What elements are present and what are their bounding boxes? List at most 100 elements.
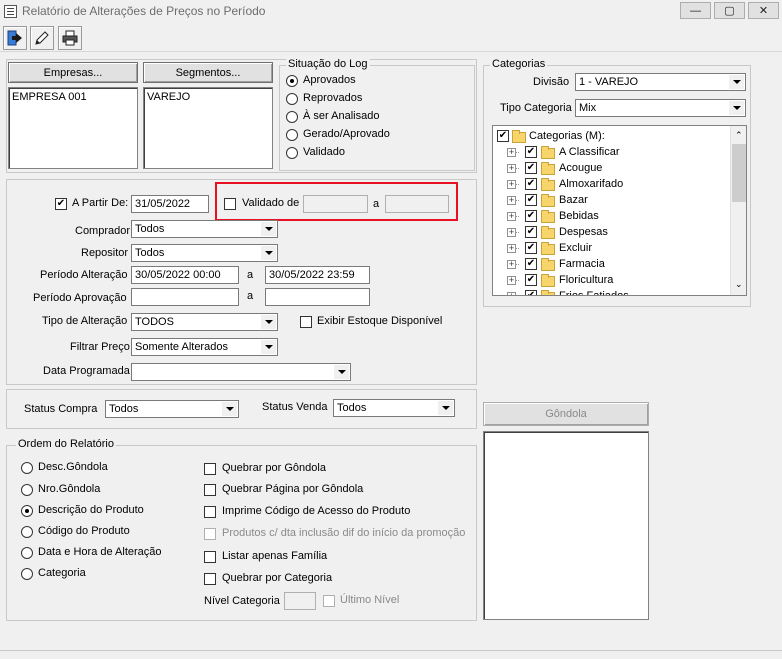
minimize-button[interactable]: — — [680, 2, 711, 19]
close-button[interactable]: ✕ — [748, 2, 779, 19]
gondola-list[interactable] — [483, 431, 649, 620]
validado-checkbox[interactable] — [224, 198, 236, 210]
gondola-button[interactable]: Gôndola — [483, 402, 649, 426]
tree-checkbox[interactable]: ✔ — [525, 258, 537, 270]
print-button[interactable] — [58, 26, 82, 50]
edit-button[interactable] — [30, 26, 54, 50]
radio-data-hora-alteracao[interactable] — [21, 547, 33, 559]
tipo-categoria-label: Tipo Categoria — [500, 102, 572, 114]
periodo-aprovacao-to[interactable] — [265, 288, 370, 306]
tipo-categoria-select[interactable]: Mix — [575, 99, 746, 117]
radio-label: Categoria — [38, 567, 86, 579]
quebrar-gondola-checkbox[interactable] — [204, 463, 216, 475]
chevron-down-icon[interactable] — [729, 101, 744, 115]
chevron-down-icon[interactable] — [729, 75, 744, 89]
printer-icon — [62, 30, 78, 46]
radio-gerado-aprovado[interactable] — [286, 129, 298, 141]
data-programada-select[interactable] — [131, 363, 351, 381]
tree-checkbox[interactable]: ✔ — [525, 162, 537, 174]
ultimo-nivel-checkbox[interactable] — [323, 595, 335, 607]
a-partir-input[interactable]: 31/05/2022 — [131, 195, 209, 213]
a-partir-checkbox[interactable]: ✔ — [55, 198, 67, 210]
quebrar-categoria-checkbox[interactable] — [204, 573, 216, 585]
radio-aprovados[interactable] — [286, 75, 298, 87]
radio-nro-gondola[interactable] — [21, 484, 33, 496]
chevron-down-icon[interactable] — [222, 402, 237, 416]
tree-checkbox[interactable]: ✔ — [525, 290, 537, 295]
tree-label: Acougue — [559, 162, 603, 174]
chevron-down-icon[interactable] — [261, 246, 276, 260]
tree-checkbox[interactable]: ✔ — [525, 178, 537, 190]
tree-checkbox[interactable]: ✔ — [525, 226, 537, 238]
status-compra-value: Todos — [109, 403, 139, 415]
segmentos-list[interactable]: VAREJO — [143, 87, 273, 169]
periodo-alteracao-from[interactable]: 30/05/2022 00:00 — [131, 266, 239, 284]
tree-checkbox[interactable]: ✔ — [525, 146, 537, 158]
tipo-alteracao-select[interactable]: TODOS — [131, 313, 278, 331]
divisao-value: 1 - VAREJO — [579, 76, 639, 88]
expand-icon[interactable]: + — [507, 212, 516, 221]
tree-scrollbar[interactable]: ⌃ ⌄ — [730, 126, 746, 295]
comprador-select[interactable]: Todos — [131, 220, 278, 238]
tree-checkbox[interactable]: ✔ — [525, 242, 537, 254]
imprime-codigo-acesso-checkbox[interactable] — [204, 506, 216, 518]
validado-sep: a — [373, 198, 380, 210]
periodo-alteracao-to[interactable]: 30/05/2022 23:59 — [265, 266, 370, 284]
expand-icon[interactable]: + — [507, 260, 516, 269]
list-item[interactable]: VAREJO — [147, 91, 269, 103]
periodo-aprovacao-from[interactable] — [131, 288, 239, 306]
check-label: Listar apenas Família — [222, 550, 328, 562]
scrollbar-thumb[interactable] — [732, 144, 746, 202]
expand-icon[interactable]: + — [507, 196, 516, 205]
radio-desc-gondola[interactable] — [21, 462, 33, 474]
filtrar-preco-select[interactable]: Somente Alterados — [131, 338, 278, 356]
list-item[interactable]: EMPRESA 001 — [12, 91, 134, 103]
radio-validado[interactable] — [286, 147, 298, 159]
nivel-categoria-input[interactable] — [284, 592, 316, 610]
chevron-down-icon[interactable] — [261, 315, 276, 329]
tree-checkbox[interactable]: ✔ — [525, 274, 537, 286]
validado-to-input[interactable] — [385, 195, 449, 213]
radio-categoria[interactable] — [21, 568, 33, 580]
status-venda-value: Todos — [337, 402, 367, 414]
status-compra-select[interactable]: Todos — [105, 400, 239, 418]
expand-icon[interactable]: + — [507, 180, 516, 189]
listar-familia-checkbox[interactable] — [204, 551, 216, 563]
tree-checkbox[interactable]: ✔ — [525, 194, 537, 206]
nivel-categoria-label: Nível Categoria — [204, 595, 280, 607]
tree-checkbox[interactable]: ✔ — [497, 130, 509, 142]
expand-icon[interactable]: + — [507, 228, 516, 237]
produtos-dta-inclusao-checkbox[interactable] — [204, 528, 216, 540]
chevron-down-icon[interactable] — [261, 222, 276, 236]
scroll-down-icon[interactable]: ⌄ — [735, 279, 743, 290]
status-venda-select[interactable]: Todos — [333, 399, 455, 417]
radio-descricao-produto[interactable] — [21, 505, 33, 517]
quebrar-pagina-gondola-checkbox[interactable] — [204, 484, 216, 496]
empresas-list[interactable]: EMPRESA 001 — [8, 87, 138, 169]
folder-icon — [541, 194, 555, 207]
segmentos-button[interactable]: Segmentos... — [143, 62, 273, 83]
validado-from-input[interactable] — [303, 195, 368, 213]
tree-checkbox[interactable]: ✔ — [525, 210, 537, 222]
tipo-alteracao-value: TODOS — [135, 316, 174, 328]
chevron-down-icon[interactable] — [334, 365, 349, 379]
expand-icon[interactable]: + — [507, 148, 516, 157]
expand-icon[interactable]: + — [507, 164, 516, 173]
scroll-up-icon[interactable]: ⌃ — [735, 130, 743, 141]
radio-codigo-produto[interactable] — [21, 526, 33, 538]
chevron-down-icon[interactable] — [261, 340, 276, 354]
exit-button[interactable] — [3, 26, 27, 50]
radio-reprovados[interactable] — [286, 93, 298, 105]
expand-icon[interactable]: + — [507, 292, 516, 295]
exibir-estoque-checkbox[interactable] — [300, 316, 312, 328]
expand-icon[interactable]: + — [507, 276, 516, 285]
pencil-icon — [35, 31, 49, 45]
chevron-down-icon[interactable] — [438, 401, 453, 415]
maximize-button[interactable]: ▢ — [714, 2, 745, 19]
expand-icon[interactable]: + — [507, 244, 516, 253]
empresas-button[interactable]: Empresas... — [8, 62, 138, 83]
divisao-select[interactable]: 1 - VAREJO — [575, 73, 746, 91]
radio-a-ser-analisado[interactable] — [286, 111, 298, 123]
repositor-select[interactable]: Todos — [131, 244, 278, 262]
categorias-tree[interactable]: ✔ Categorias (M): + ✔ A Classificar + ✔ Acoug… — [492, 125, 747, 296]
